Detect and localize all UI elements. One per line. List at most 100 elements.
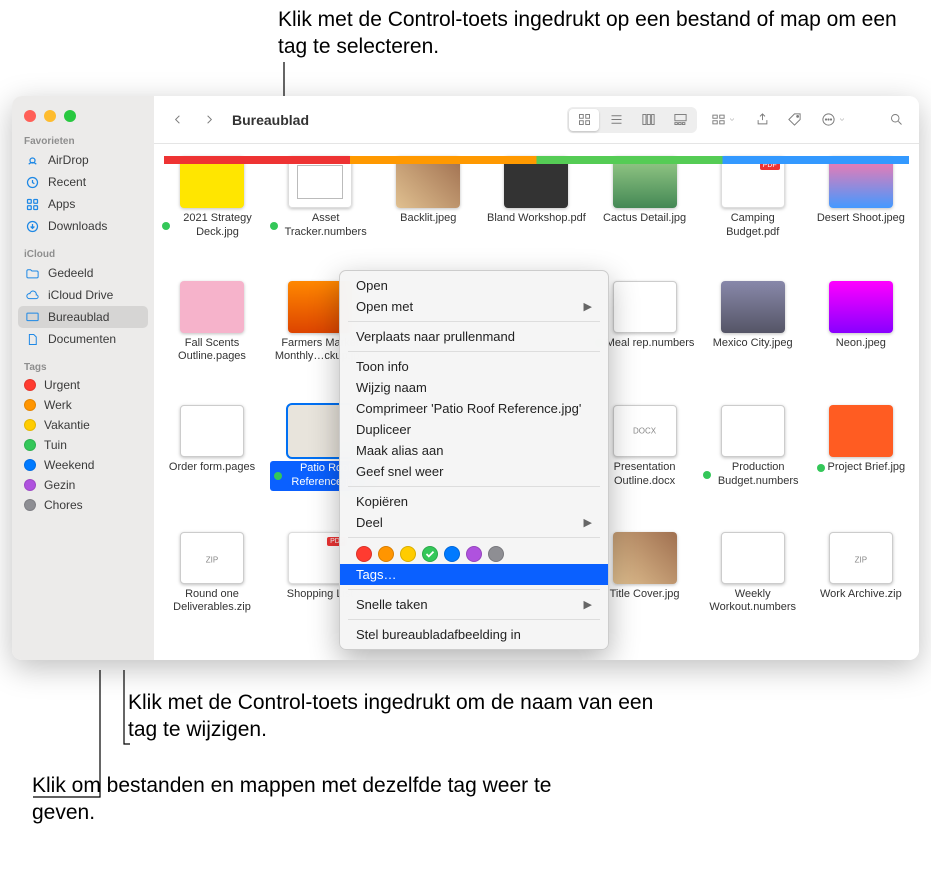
ctx-wallpaper[interactable]: Stel bureaubladafbeelding in (340, 624, 608, 645)
ctx-copy[interactable]: Kopiëren (340, 491, 608, 512)
file-item[interactable]: Weekly Workout.numbers (701, 532, 805, 649)
sidebar-item-airdrop[interactable]: AirDrop (12, 149, 154, 171)
sidebar-item-label: Documenten (48, 332, 116, 346)
sidebar-item-downloads[interactable]: Downloads (12, 215, 154, 237)
sidebar-tag-label: Weekend (44, 458, 94, 472)
desktop-icon (24, 309, 40, 325)
ctx-info[interactable]: Toon info (340, 356, 608, 377)
file-item[interactable]: Cactus Detail.jpg (593, 156, 697, 273)
sidebar-item-iclouddrive[interactable]: iCloud Drive (12, 284, 154, 306)
sidebar-item-apps[interactable]: Apps (12, 193, 154, 215)
ctx-open-with[interactable]: Open met▶ (340, 296, 608, 317)
file-name: Weekly Workout.numbers (703, 588, 803, 616)
file-name: Desert Shoot.jpeg (817, 212, 905, 226)
file-item[interactable]: Order form.pages (160, 405, 264, 524)
tag-button[interactable] (781, 107, 807, 133)
clock-icon (24, 174, 40, 190)
sidebar-item-label: Recent (48, 175, 86, 189)
file-item[interactable]: 2021 Strategy Deck.jpg (160, 156, 264, 273)
sidebar-tag-label: Vakantie (44, 418, 90, 432)
sidebar-tag-tuin[interactable]: Tuin (12, 435, 154, 455)
sidebar-item-recent[interactable]: Recent (12, 171, 154, 193)
file-thumbnail (180, 532, 244, 584)
file-name: Mexico City.jpeg (713, 337, 793, 351)
ctx-tag-color[interactable] (378, 546, 394, 562)
ctx-tag-color[interactable] (444, 546, 460, 562)
file-thumbnail (721, 405, 785, 457)
view-gallery-button[interactable] (665, 109, 695, 131)
file-name: Round one Deliverables.zip (162, 588, 262, 616)
file-item[interactable]: Camping Budget.pdf (701, 156, 805, 273)
search-button[interactable] (883, 107, 909, 133)
ctx-open[interactable]: Open (340, 275, 608, 296)
ctx-tags[interactable]: Tags… (340, 564, 608, 585)
file-item[interactable]: Mexico City.jpeg (701, 281, 805, 398)
view-columns-button[interactable] (633, 109, 663, 131)
ctx-tag-color[interactable] (466, 546, 482, 562)
sidebar-item-label: AirDrop (48, 153, 89, 167)
file-tag-dot (274, 472, 282, 480)
view-icons-button[interactable] (569, 109, 599, 131)
file-thumbnail (613, 405, 677, 457)
file-thumbnail (613, 281, 677, 333)
sidebar-tag-urgent[interactable]: Urgent (12, 375, 154, 395)
sidebar-tag-weekend[interactable]: Weekend (12, 455, 154, 475)
forward-button[interactable] (196, 107, 222, 133)
file-item[interactable]: Asset Tracker.numbers (268, 156, 372, 273)
file-item[interactable]: Bland Workshop.pdf (484, 156, 588, 273)
file-name: Title Cover.jpg (610, 588, 680, 602)
back-button[interactable] (164, 107, 190, 133)
more-button[interactable] (813, 107, 853, 133)
sidebar-item-shared[interactable]: Gedeeld (12, 262, 154, 284)
file-item[interactable]: Backlit.jpeg (376, 156, 480, 273)
close-icon[interactable] (24, 110, 36, 122)
ctx-tag-color[interactable] (488, 546, 504, 562)
ctx-duplicate[interactable]: Dupliceer (340, 419, 608, 440)
context-menu: Open Open met▶ Verplaats naar prullenman… (339, 270, 609, 650)
airdrop-icon (24, 152, 40, 168)
sidebar-tag-werk[interactable]: Werk (12, 395, 154, 415)
ctx-quicklook[interactable]: Geef snel weer (340, 461, 608, 482)
ctx-share[interactable]: Deel▶ (340, 512, 608, 533)
ctx-tag-color[interactable] (400, 546, 416, 562)
file-thumbnail (721, 532, 785, 584)
file-tag-dot (817, 464, 825, 472)
group-button[interactable] (703, 107, 743, 133)
share-button[interactable] (749, 107, 775, 133)
file-item[interactable]: Project Brief.jpg (809, 405, 913, 524)
file-name: Production Budget.numbers (703, 461, 803, 489)
ctx-rename[interactable]: Wijzig naam (340, 377, 608, 398)
minimize-icon[interactable] (44, 110, 56, 122)
file-item[interactable]: Neon.jpeg (809, 281, 913, 398)
file-item[interactable]: Fall Scents Outline.pages (160, 281, 264, 398)
window-title: Bureaublad (232, 112, 309, 128)
file-item[interactable]: Desert Shoot.jpeg (809, 156, 913, 273)
cloud-icon (24, 287, 40, 303)
file-name: Backlit.jpeg (400, 212, 456, 226)
maximize-icon[interactable] (64, 110, 76, 122)
ctx-trash[interactable]: Verplaats naar prullenmand (340, 326, 608, 347)
sidebar-item-documents[interactable]: Documenten (12, 328, 154, 350)
sidebar-tag-label: Chores (44, 498, 83, 512)
file-item[interactable]: Work Archive.zip (809, 532, 913, 649)
file-name: Presentation Outline.docx (595, 461, 695, 489)
file-item[interactable]: Round one Deliverables.zip (160, 532, 264, 649)
sidebar-tag-gezin[interactable]: Gezin (12, 475, 154, 495)
file-tag-dot (703, 471, 711, 479)
menu-separator (348, 537, 600, 538)
chevron-right-icon: ▶ (584, 300, 592, 313)
ctx-compress[interactable]: Comprimeer 'Patio Roof Reference.jpg' (340, 398, 608, 419)
sidebar-tag-chores[interactable]: Chores (12, 495, 154, 515)
ctx-tag-color[interactable] (356, 546, 372, 562)
file-item[interactable]: Production Budget.numbers (701, 405, 805, 524)
sidebar-item-label: Downloads (48, 219, 107, 233)
file-thumbnail (613, 532, 677, 584)
file-name: Project Brief.jpg (817, 461, 906, 475)
sidebar-item-desktop[interactable]: Bureaublad (18, 306, 148, 328)
ctx-tag-color[interactable] (422, 546, 438, 562)
file-thumbnail (180, 405, 244, 457)
ctx-alias[interactable]: Maak alias aan (340, 440, 608, 461)
ctx-quick-actions[interactable]: Snelle taken▶ (340, 594, 608, 615)
sidebar-tag-vakantie[interactable]: Vakantie (12, 415, 154, 435)
view-list-button[interactable] (601, 109, 631, 131)
